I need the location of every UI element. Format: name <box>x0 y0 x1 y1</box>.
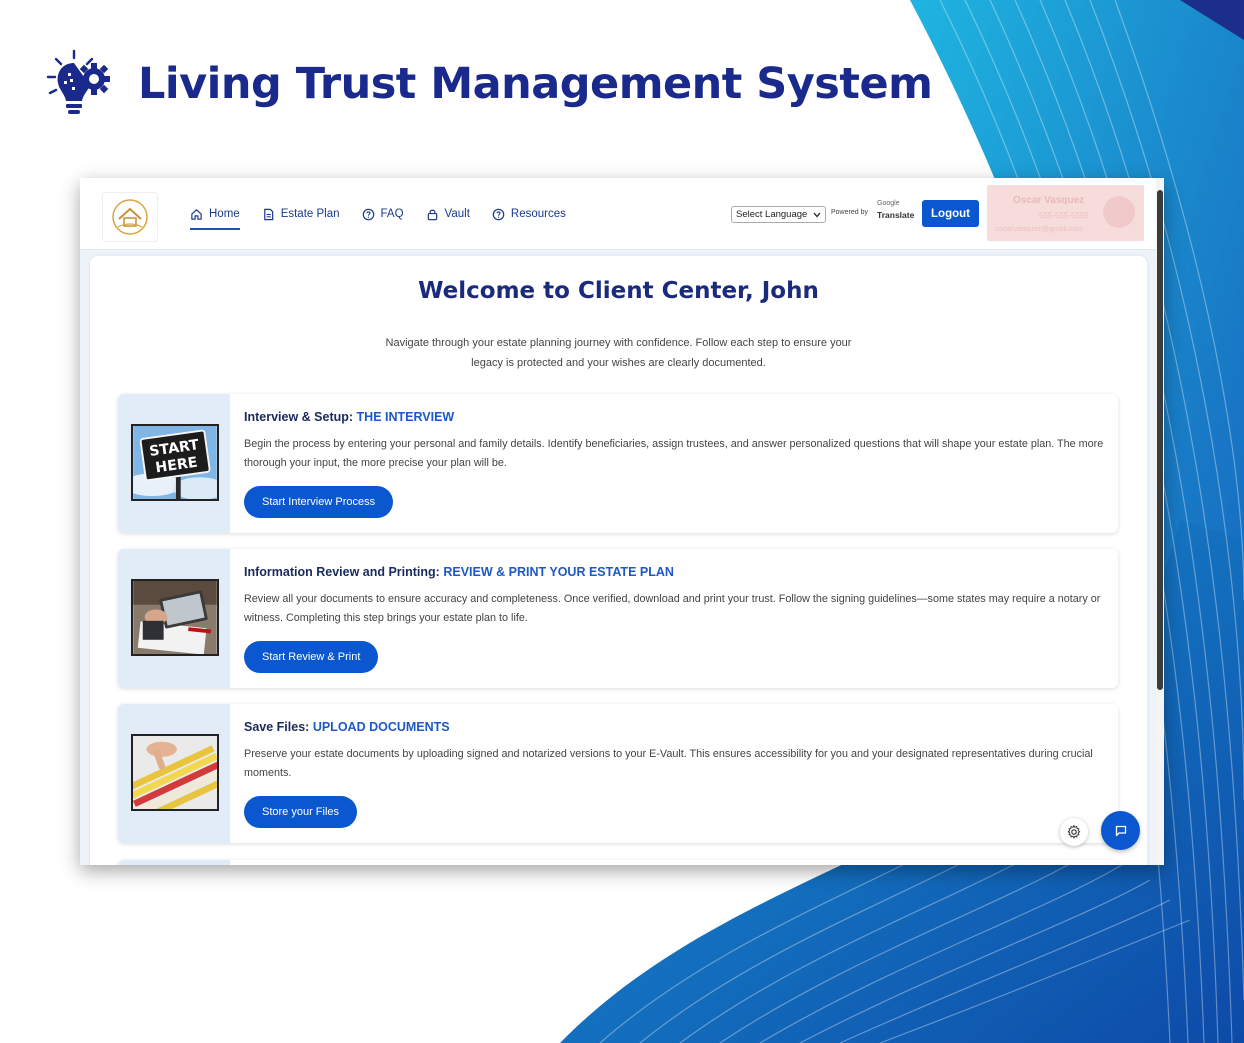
settings-button[interactable] <box>1060 818 1088 846</box>
card-title-highlight: THE INTERVIEW <box>356 410 455 424</box>
home-icon <box>191 208 202 220</box>
top-navbar: Home Estate Plan FAQ Vault Resources Sel… <box>80 178 1156 250</box>
step-card-partial <box>118 860 1118 865</box>
file-folders-photo-icon <box>133 736 217 809</box>
card-title-label: Information Review and Printing: <box>244 565 440 579</box>
profile-email: oscarvasquez@gmail.com <box>995 224 1084 233</box>
nav-vault-label: Vault <box>444 208 470 220</box>
main-nav: Home Estate Plan FAQ Vault Resources <box>190 202 588 230</box>
card-title: Interview & Setup: THE INTERVIEW <box>244 410 454 424</box>
nav-estate-plan[interactable]: Estate Plan <box>262 202 340 226</box>
lock-icon <box>427 209 437 220</box>
house-logo-icon <box>112 199 148 235</box>
gear-icon <box>1067 825 1081 839</box>
google-label: Google <box>877 200 900 207</box>
logout-button[interactable]: Logout <box>922 200 979 227</box>
chevron-down-icon <box>813 212 821 217</box>
files-folder-image <box>131 734 219 811</box>
document-icon <box>263 208 273 220</box>
nav-faq[interactable]: FAQ <box>362 202 404 226</box>
language-select-value: Select Language <box>736 209 808 220</box>
start-review-print-button[interactable]: Start Review & Print <box>244 641 379 673</box>
step-card-review-print: Information Review and Printing: REVIEW … <box>118 549 1118 688</box>
card-image-panel <box>118 704 230 843</box>
intro-text: Navigate through your estate planning jo… <box>385 337 852 369</box>
help-circle-icon <box>492 208 505 220</box>
card-description: Preserve your estate documents by upload… <box>244 748 1093 779</box>
google-translate-badge[interactable]: Google Translate <box>877 200 914 220</box>
main-content: Welcome to Client Center, John Navigate … <box>90 256 1147 865</box>
lightbulb-gear-logo-icon <box>46 49 110 114</box>
banner-header: Living Trust Management System <box>44 44 933 124</box>
translate-label: Translate <box>877 210 915 220</box>
chat-bubble-icon <box>1115 825 1126 836</box>
powered-by-label: Powered by <box>831 209 868 216</box>
help-circle-icon <box>362 208 374 220</box>
nav-home[interactable]: Home <box>190 202 240 230</box>
nav-estate-plan-label: Estate Plan <box>280 208 340 220</box>
card-image-panel: START HERE <box>118 394 230 533</box>
card-title-highlight: UPLOAD DOCUMENTS <box>312 720 450 734</box>
avatar <box>1103 196 1135 228</box>
store-files-button[interactable]: Store your Files <box>244 796 358 828</box>
chat-button[interactable] <box>1101 811 1140 850</box>
page-title: Welcome to Client Center, John <box>418 278 819 304</box>
card-title-label: Interview & Setup: <box>244 410 354 424</box>
tablet-documents-photo-icon <box>133 581 217 654</box>
card-description: Begin the process by entering your perso… <box>244 438 1104 469</box>
language-select[interactable]: Select Language <box>731 206 826 223</box>
start-here-image: START HERE <box>131 424 219 501</box>
card-title: Save Files: UPLOAD DOCUMENTS <box>244 720 450 734</box>
scrollbar-thumb[interactable] <box>1157 190 1163 690</box>
card-title-highlight: REVIEW & PRINT YOUR ESTATE PLAN <box>443 565 674 579</box>
app-window: Home Estate Plan FAQ Vault Resources Sel… <box>80 178 1164 865</box>
card-title-label: Save Files: <box>244 720 310 734</box>
step-card-upload: Save Files: UPLOAD DOCUMENTS Preserve yo… <box>118 704 1118 843</box>
card-title: Information Review and Printing: REVIEW … <box>244 565 674 579</box>
card-image-panel <box>118 549 230 688</box>
site-logo[interactable] <box>102 192 158 242</box>
nav-vault[interactable]: Vault <box>426 202 470 226</box>
nav-resources[interactable]: Resources <box>492 202 566 226</box>
profile-name: Oscar Vasquez <box>1013 195 1085 206</box>
review-documents-image <box>131 579 219 656</box>
start-here-sign-icon: START HERE <box>133 426 217 499</box>
step-card-interview: START HERE Interview & Setup: THE INTERV… <box>118 394 1118 533</box>
banner-title: Living Trust Management System <box>138 59 933 109</box>
profile-phone: 555-555-5555 <box>1039 211 1089 220</box>
profile-card[interactable]: Oscar Vasquez 555-555-5555 oscarvasquez@… <box>987 185 1144 241</box>
card-description: Review all your documents to ensure accu… <box>244 593 1101 624</box>
nav-faq-label: FAQ <box>380 208 404 220</box>
nav-resources-label: Resources <box>510 208 566 220</box>
nav-home-label: Home <box>209 208 240 220</box>
card-image-panel <box>118 860 230 865</box>
start-interview-button[interactable]: Start Interview Process <box>244 486 394 518</box>
window-scrollbar[interactable] <box>1156 178 1164 865</box>
